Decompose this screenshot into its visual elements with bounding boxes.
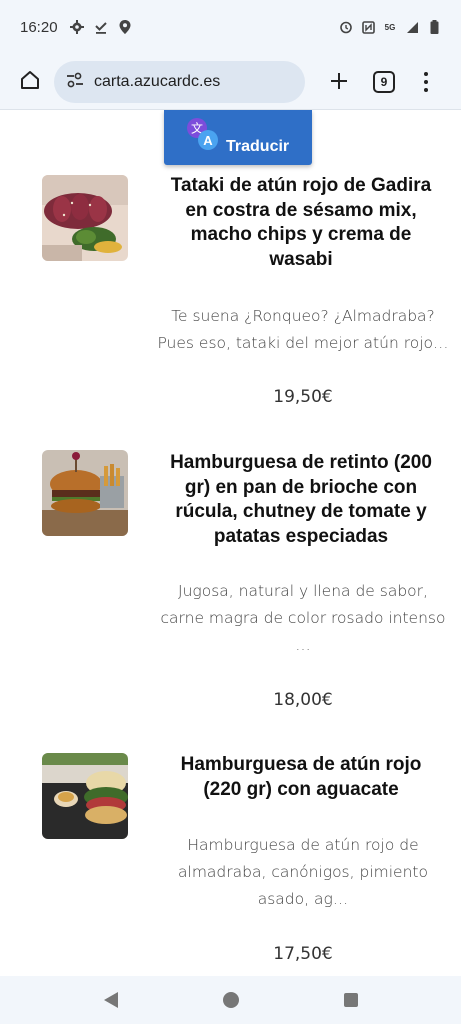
menu-page: 0€ 文 A Traducir	[0, 110, 461, 976]
dish-title[interactable]: Hamburguesa de atún rojo (220 gr) con ag…	[148, 753, 454, 802]
dish-image[interactable]	[42, 753, 128, 839]
dish-title-line: en costra de sésamo mix,	[185, 199, 417, 221]
dish-title-line: rúcula, chutney de tomate y	[175, 501, 427, 522]
dish-title-line: Hamburguesa de retinto (200	[170, 452, 432, 473]
location-icon	[118, 20, 132, 34]
dish-description-line: almadraba, canónigos, pimiento	[178, 863, 428, 881]
recents-icon[interactable]	[343, 993, 358, 1007]
site-settings-icon[interactable]	[66, 72, 84, 92]
plus-icon	[329, 64, 349, 99]
home-icon	[19, 69, 41, 95]
new-tab-button[interactable]	[319, 62, 359, 102]
home-button[interactable]	[12, 64, 48, 100]
dish-description-line: Hamburguesa de atún rojo de	[187, 836, 419, 854]
system-navigation-bar	[0, 976, 461, 1024]
dish-title-line: gr) en pan de brioche con	[184, 476, 418, 498]
dish-price: 17,50€	[273, 944, 333, 964]
translate-label: Traducir	[226, 138, 290, 155]
dish-price: 18,00€	[273, 690, 333, 710]
dish-description: Jugosa, natural y llena de sabor, carne …	[148, 578, 458, 659]
alarm-icon	[339, 20, 353, 34]
tab-switcher-button[interactable]: 9	[373, 70, 395, 93]
back-icon[interactable]	[103, 992, 118, 1008]
dish-title[interactable]: Tataki de atún rojo de Gadira en costra …	[148, 174, 454, 272]
home-circle-icon[interactable]	[222, 992, 239, 1008]
dish-title-line: patatas especiadas	[213, 525, 389, 547]
gear-icon	[69, 20, 84, 34]
5g-signal-icon: 5G	[384, 22, 396, 32]
more-menu-button[interactable]	[411, 62, 441, 102]
dish-image[interactable]	[42, 450, 128, 536]
dish-description-line: Te suena ¿Ronqueo? ¿Almadraba?	[171, 307, 435, 325]
address-bar[interactable]: carta.azucardc.es	[54, 60, 305, 103]
menu-dot	[424, 87, 428, 92]
url-text[interactable]: carta.azucardc.es	[94, 73, 220, 91]
dish-description-line: Jugosa, natural y llena de sabor,	[178, 582, 428, 600]
dish-description: Te suena ¿Ronqueo? ¿Almadraba? Pues eso,…	[148, 303, 458, 357]
status-time: 16:20	[20, 18, 58, 36]
dish-description-line: asado, ag…	[257, 890, 349, 908]
svg-text:A: A	[203, 133, 213, 148]
dish-description-line: carne magra de color rosado intenso	[160, 609, 446, 627]
battery-icon	[427, 20, 441, 34]
dish-title-line: Tataki de atún rojo de Gadira	[170, 175, 432, 196]
status-bar: 16:20 5G	[0, 0, 461, 54]
dish-description-line: …	[295, 636, 311, 654]
browser-toolbar: carta.azucardc.es 9	[0, 54, 461, 110]
dish-title-line: Hamburguesa de atún rojo	[180, 754, 422, 775]
menu-dot	[424, 79, 428, 84]
translate-button[interactable]: 文 A Traducir	[164, 110, 312, 165]
dish-description-line: Pues eso, tataki del mejor atún rojo…	[157, 334, 449, 352]
download-done-icon	[94, 20, 108, 34]
menu-dot	[424, 71, 428, 76]
dish-price: 19,50€	[273, 387, 333, 407]
dish-title[interactable]: Hamburguesa de retinto (200 gr) en pan d…	[148, 451, 454, 549]
nfc-icon	[361, 20, 375, 34]
dish-title-line: wasabi	[269, 248, 333, 270]
dish-description: Hamburguesa de atún rojo de almadraba, c…	[148, 832, 458, 913]
dish-title-line: macho chips y crema de	[190, 224, 412, 245]
signal-icon	[405, 20, 419, 34]
dish-image[interactable]	[42, 175, 128, 261]
dish-title-line: (220 gr) con aguacate	[203, 778, 399, 800]
translate-icon: 文 A	[186, 118, 220, 152]
